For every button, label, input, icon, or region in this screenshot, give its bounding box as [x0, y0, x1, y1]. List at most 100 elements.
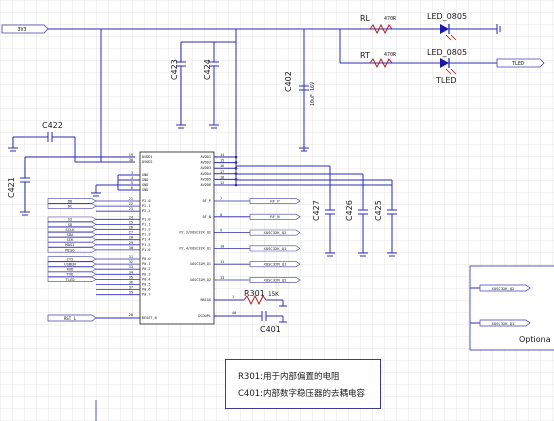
pin-name: P2.3/XOSC32K_Q2 — [179, 231, 211, 235]
pin-number: 23 — [129, 207, 133, 211]
pin-name: P1.2 — [142, 228, 150, 232]
svg-text:20: 20 — [129, 313, 133, 317]
pin-number: 18 — [220, 175, 224, 179]
svg-text:1: 1 — [232, 295, 234, 299]
rt-ref: RT — [360, 51, 370, 60]
pin-name: P2.0 — [142, 199, 150, 203]
pin-name: AVDD2 — [200, 161, 211, 165]
pin-name: P0.6 — [142, 288, 150, 292]
pin-name: P1.3 — [142, 233, 150, 237]
pin-name: P1.5 — [142, 243, 150, 247]
pin-number: 6 — [131, 186, 133, 190]
pin-number: 39 — [129, 291, 133, 295]
pin-number: 12 — [220, 181, 224, 185]
pin-number: 25 — [129, 220, 133, 224]
pin-name: P0.2 — [142, 267, 150, 271]
pin-name: P1.0 — [142, 217, 150, 221]
pin-number: 22 — [129, 202, 133, 206]
pin-name: P0.0 — [142, 257, 150, 261]
r301-value: 15K — [268, 291, 279, 298]
pin-name: P0.3 — [142, 272, 150, 276]
pin-number: 30 — [129, 246, 133, 250]
net-flag-label: RF_P — [270, 198, 280, 203]
pin-number: 10 — [220, 244, 224, 248]
c426-label: C426 — [345, 200, 354, 221]
net-flag-label: TLED — [65, 277, 75, 282]
pin-number: 15 — [220, 159, 224, 163]
pin-name: P1.6 — [142, 248, 150, 252]
net-3v3-label: 3V3 — [17, 27, 26, 33]
pin-name: GND — [142, 178, 148, 182]
panel-net-b: XOSC32K_Q1 — [492, 321, 516, 326]
pin-name: GND — [142, 173, 148, 177]
r301-ref: R301 — [244, 289, 265, 298]
pin-number: 37 — [129, 286, 133, 290]
pin-number: 24 — [129, 215, 133, 219]
c423-label: C423 — [170, 59, 179, 80]
c402-label: C402 — [284, 71, 293, 92]
schematic-svg: 3V3 RL 470R LED_0805 RT 470R LED_0805 TL… — [0, 0, 554, 421]
net-rst-label: RST_L — [64, 316, 77, 321]
pin-name: P1.4 — [142, 238, 150, 242]
pin-name: AVDD6 — [200, 183, 211, 187]
pin-name: P0.5 — [142, 283, 150, 287]
pin-number: 8 — [220, 213, 222, 217]
net-tled-label: TLED — [512, 61, 524, 67]
pin-name: P0.1 — [142, 262, 150, 266]
rl-ref: RL — [360, 14, 371, 23]
c424-label: C424 — [203, 59, 212, 80]
pin-name: AVDD5 — [200, 177, 211, 181]
net-flag-label: MISO — [65, 247, 75, 252]
svg-text:RESET_N: RESET_N — [142, 316, 157, 320]
net-flag-label: XOSC32M_Q1 — [264, 262, 288, 267]
pin-name: P0.7 — [142, 293, 150, 297]
pin-number: 36 — [129, 281, 133, 285]
pin-number: 26 — [129, 226, 133, 230]
net-flag-label: XOSC32M_Q2 — [264, 277, 287, 282]
pin-name: DVDD1 — [142, 155, 153, 159]
c427-label: C427 — [312, 200, 321, 221]
pin-number: 11 — [220, 260, 224, 264]
pin-number: 31 — [129, 255, 133, 259]
pin-name: DVDD2 — [142, 160, 153, 164]
note-c401: C401:内部数字稳压器的去耦电容 — [238, 389, 366, 399]
pin-number: 16 — [220, 164, 224, 168]
pin-number: 3 — [131, 171, 133, 175]
pin-number: 38 — [129, 158, 133, 162]
pin-name: GND — [142, 188, 148, 192]
schematic-canvas: 3V3 RL 470R LED_0805 RT 470R LED_0805 TL… — [0, 0, 554, 421]
net-flag-3v3: 3V3 — [1, 24, 49, 34]
pin-name: AVDD3 — [200, 166, 211, 170]
right-optional-panel: XOSC32K_Q2 XOSC32K_Q1 Optiona — [469, 265, 554, 351]
svg-text:DCOUPL: DCOUPL — [198, 314, 211, 318]
pin-number: 9 — [220, 229, 222, 233]
pin-number: 35 — [129, 275, 133, 279]
panel-net-a: XOSC32K_Q2 — [492, 286, 515, 291]
pin-number: 4 — [131, 176, 133, 180]
pin-number: 28 — [129, 236, 133, 240]
pin-number: 14 — [220, 153, 224, 157]
rl-value: 470R — [384, 16, 397, 22]
pin-name: RF_N — [203, 215, 211, 219]
c425-label: C425 — [374, 200, 383, 221]
pin-number: 19 — [129, 153, 133, 157]
pin-number: 33 — [129, 265, 133, 269]
rt-value: 470R — [384, 52, 397, 58]
pin-number: 32 — [129, 260, 133, 264]
notes-box: R301:用于内部偏置的电阻 C401:内部数字稳压器的去耦电容 — [225, 359, 381, 409]
c402-value: 10uF 16V — [310, 82, 316, 106]
pin-number: 13 — [220, 276, 224, 280]
pin-name: P1.1 — [142, 222, 150, 226]
pin-name: XOSC32M_Q1 — [190, 262, 211, 266]
pin-name: P2.4/XOSC32K_Q1 — [179, 246, 211, 250]
c401-label: C401 — [260, 325, 281, 334]
note-r301: R301:用于内部偏置的电阻 — [238, 372, 340, 382]
pin-number: 7 — [220, 197, 222, 201]
net-flag-label: XOSC32K_Q2 — [264, 230, 287, 235]
pin-name: RF_P — [203, 199, 211, 203]
svg-text:RBIAS: RBIAS — [200, 298, 211, 302]
pin-name: P2.1 — [142, 204, 150, 208]
svg-text:40: 40 — [232, 311, 236, 315]
rt-led-ref: LED_0805 — [427, 48, 467, 57]
pin-name: XOSC32M_Q2 — [190, 278, 211, 282]
